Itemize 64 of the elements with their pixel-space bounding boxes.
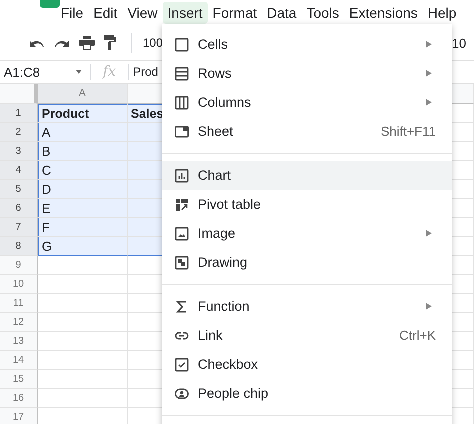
- row-header[interactable]: 11: [0, 294, 38, 313]
- menu-item[interactable]: Edit: [88, 2, 123, 24]
- menu-item[interactable]: Format: [208, 2, 262, 24]
- sigma-icon: [175, 300, 189, 314]
- person-chip-icon: [175, 386, 189, 400]
- menu-item[interactable]: Link Ctrl+K: [162, 321, 452, 350]
- table-cell: G: [38, 237, 128, 256]
- menu-item[interactable]: Image: [162, 219, 452, 248]
- square-icon: [175, 38, 189, 52]
- menu-item[interactable]: View: [122, 2, 163, 24]
- rows-icon: [175, 66, 189, 80]
- name-box[interactable]: A1:C8: [0, 64, 76, 80]
- menu-item[interactable]: Function: [162, 292, 452, 321]
- caret-icon[interactable]: [76, 70, 82, 74]
- pivot-table-icon: [175, 198, 189, 212]
- formula-field[interactable]: Prod: [129, 65, 158, 79]
- menu-item[interactable]: Tools: [302, 2, 344, 24]
- column-header[interactable]: A: [38, 84, 128, 104]
- row-header[interactable]: 12: [0, 313, 38, 332]
- row-header[interactable]: 16: [0, 389, 38, 408]
- menu-item[interactable]: Cells: [162, 30, 452, 59]
- table-cell: C: [38, 161, 128, 180]
- row-header[interactable]: 5: [0, 180, 38, 199]
- row-header[interactable]: 6: [0, 199, 38, 218]
- print-icon[interactable]: [79, 36, 95, 50]
- row-header[interactable]: 4: [0, 161, 38, 180]
- row-header[interactable]: 3: [0, 142, 38, 161]
- image-icon: [175, 226, 189, 240]
- row-header[interactable]: 14: [0, 351, 38, 370]
- row-header[interactable]: 2: [0, 123, 38, 142]
- row-header[interactable]: 17: [0, 408, 38, 424]
- sheet-icon: [175, 124, 189, 138]
- font-size-field[interactable]: 10: [452, 36, 466, 51]
- row-header[interactable]: 8: [0, 237, 38, 256]
- row-header[interactable]: 9: [0, 256, 38, 275]
- menu-item[interactable]: Insert: [162, 2, 208, 24]
- menu-item[interactable]: Help: [422, 2, 462, 24]
- paint-format-icon[interactable]: [104, 35, 116, 50]
- row-header[interactable]: 1: [0, 104, 38, 123]
- menu-item[interactable]: Extensions: [344, 2, 423, 24]
- table-cell: F: [38, 218, 128, 237]
- checkbox-icon: [175, 358, 189, 372]
- menu-item[interactable]: Data: [262, 2, 302, 24]
- zoom-selector[interactable]: 100: [143, 36, 164, 50]
- chart-icon: [175, 168, 189, 182]
- table-cell: B: [38, 142, 128, 161]
- table-cell: D: [38, 180, 128, 199]
- menu-item[interactable]: Drawing: [162, 248, 452, 277]
- table-cell: E: [38, 199, 128, 218]
- menu-item[interactable]: Chart: [162, 161, 452, 190]
- menu-item[interactable]: File: [56, 2, 89, 24]
- function-label: fx: [101, 64, 118, 80]
- table-cell: Product: [38, 104, 128, 123]
- menu-item[interactable]: People chip: [162, 379, 452, 408]
- table-cell: A: [38, 123, 128, 142]
- menu-item[interactable]: Checkbox: [162, 350, 452, 379]
- menu-item[interactable]: Pivot table: [162, 190, 452, 219]
- row-header[interactable]: 7: [0, 218, 38, 237]
- menu-item[interactable]: Rows: [162, 59, 452, 88]
- row-header[interactable]: 13: [0, 332, 38, 351]
- row-header[interactable]: 10: [0, 275, 38, 294]
- columns-icon: [175, 96, 189, 110]
- row-header[interactable]: 15: [0, 370, 38, 389]
- drawing-icon: [175, 256, 189, 270]
